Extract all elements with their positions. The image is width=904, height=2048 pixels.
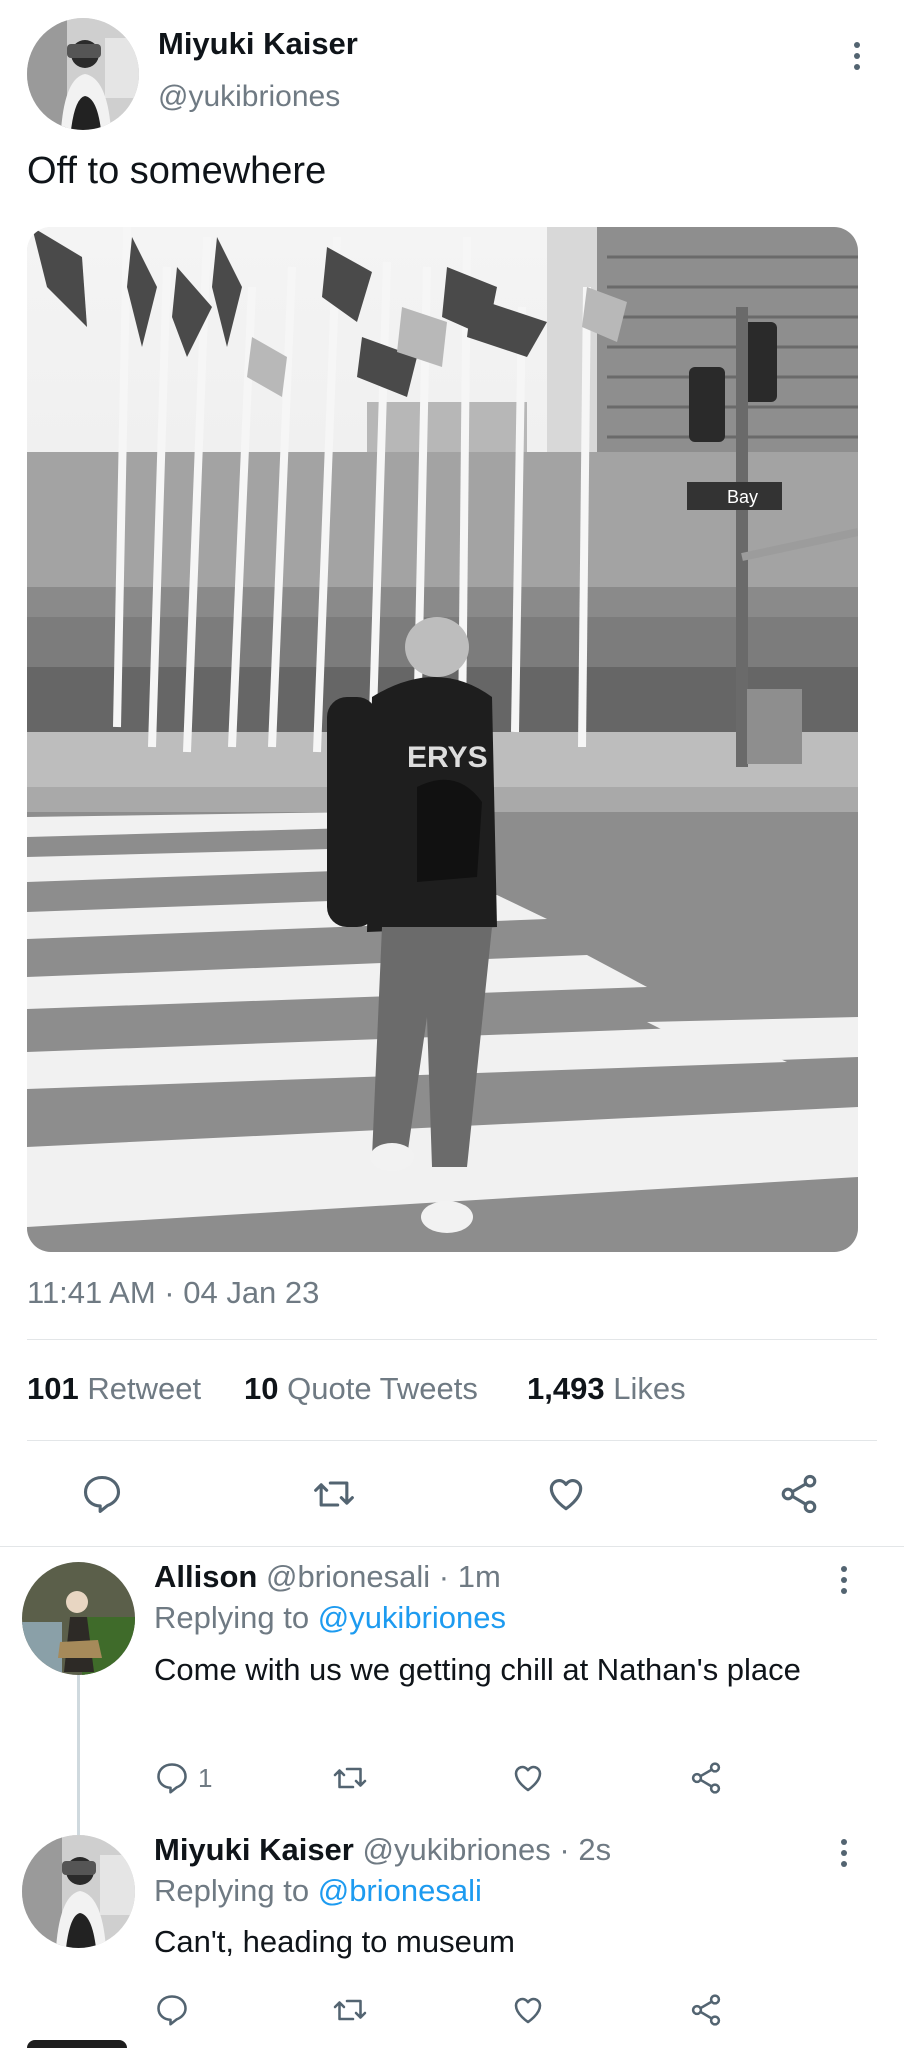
- like-icon: [514, 1765, 542, 1792]
- retweet-label: Retweet: [87, 1371, 202, 1406]
- share-icon: [781, 1474, 817, 1514]
- reply-header: Allison @brionesali · 1m: [154, 1559, 501, 1595]
- more-icon[interactable]: [852, 42, 862, 70]
- like-icon: [549, 1479, 583, 1511]
- section-divider: [0, 1546, 904, 1547]
- replying-to-label: Replying to: [154, 1873, 310, 1908]
- street-sign-text: Bay: [727, 487, 758, 507]
- retweet-stat[interactable]: 101 Retweet: [27, 1371, 201, 1407]
- reply-time[interactable]: · 1m: [439, 1559, 501, 1594]
- reply-count: 1: [198, 1762, 213, 1793]
- reply-icon: [157, 1763, 187, 1794]
- replying-to: Replying to @brionesali: [154, 1873, 482, 1909]
- reply-button[interactable]: [80, 1472, 124, 1516]
- reply-icon: [83, 1475, 121, 1513]
- photo-image: Bay ERYS: [27, 227, 858, 1252]
- svg-text:ERYS: ERYS: [407, 741, 488, 774]
- retweet-icon: [314, 1481, 354, 1507]
- retweet-button[interactable]: [312, 1472, 356, 1516]
- reply-author-name[interactable]: Allison: [154, 1559, 257, 1594]
- reply-header: Miyuki Kaiser @yukibriones · 2s: [154, 1832, 611, 1868]
- retweet-button[interactable]: [332, 1992, 368, 2028]
- reply-avatar-miyuki[interactable]: [22, 1835, 135, 1948]
- author-name[interactable]: Miyuki Kaiser: [158, 26, 358, 62]
- reply-avatar-allison[interactable]: [22, 1562, 135, 1675]
- retweet-icon: [333, 1767, 367, 1789]
- avatar-image: [22, 1835, 135, 1948]
- share-icon: [691, 1762, 721, 1794]
- avatar-image: [22, 1562, 135, 1675]
- replying-to-handle[interactable]: @brionesali: [318, 1873, 482, 1908]
- tweet-timestamp[interactable]: 11:41 AM · 04 Jan 23: [27, 1275, 319, 1311]
- quote-count: 10: [244, 1371, 279, 1406]
- reply-text: Come with us we getting chill at Nathan'…: [154, 1652, 801, 1687]
- reply-icon: [157, 1995, 187, 2026]
- quote-label: Quote Tweets: [287, 1371, 478, 1406]
- next-reply-avatar-partial: [27, 2040, 127, 2048]
- retweet-button[interactable]: [332, 1760, 368, 1796]
- likes-stat[interactable]: 1,493 Likes: [527, 1371, 686, 1407]
- share-button[interactable]: [777, 1472, 821, 1516]
- tweet-photo[interactable]: Bay ERYS: [27, 227, 858, 1252]
- like-icon: [514, 1997, 542, 2024]
- tweet-text: Off to somewhere: [27, 150, 327, 192]
- retweet-icon: [333, 1999, 367, 2021]
- author-handle[interactable]: @yukibriones: [158, 80, 340, 114]
- reply-time[interactable]: · 2s: [559, 1832, 611, 1867]
- like-button[interactable]: [510, 1992, 546, 2028]
- reply-button[interactable]: [154, 1992, 190, 2028]
- likes-label: Likes: [613, 1371, 686, 1406]
- avatar-image: [27, 18, 139, 130]
- reply-author-handle[interactable]: @brionesali: [266, 1559, 430, 1594]
- reply-text: Can't, heading to museum: [154, 1924, 515, 1959]
- like-button[interactable]: [510, 1760, 546, 1796]
- share-button[interactable]: [688, 1760, 724, 1796]
- reply-button[interactable]: 1: [154, 1760, 212, 1796]
- author-avatar[interactable]: [27, 18, 139, 130]
- likes-count: 1,493: [527, 1371, 605, 1406]
- replying-to-label: Replying to: [154, 1600, 310, 1635]
- more-icon[interactable]: [839, 1839, 849, 1867]
- retweet-count: 101: [27, 1371, 79, 1406]
- reply-author-name[interactable]: Miyuki Kaiser: [154, 1832, 354, 1867]
- like-button[interactable]: [544, 1472, 588, 1516]
- thread-line: [77, 1675, 80, 1835]
- replying-to-handle[interactable]: @yukibriones: [318, 1600, 506, 1635]
- replying-to: Replying to @yukibriones: [154, 1600, 506, 1636]
- reply-author-handle[interactable]: @yukibriones: [363, 1832, 551, 1867]
- quote-tweets-stat[interactable]: 10 Quote Tweets: [244, 1371, 478, 1407]
- more-icon[interactable]: [839, 1566, 849, 1594]
- share-button[interactable]: [688, 1992, 724, 2028]
- share-icon: [691, 1994, 721, 2026]
